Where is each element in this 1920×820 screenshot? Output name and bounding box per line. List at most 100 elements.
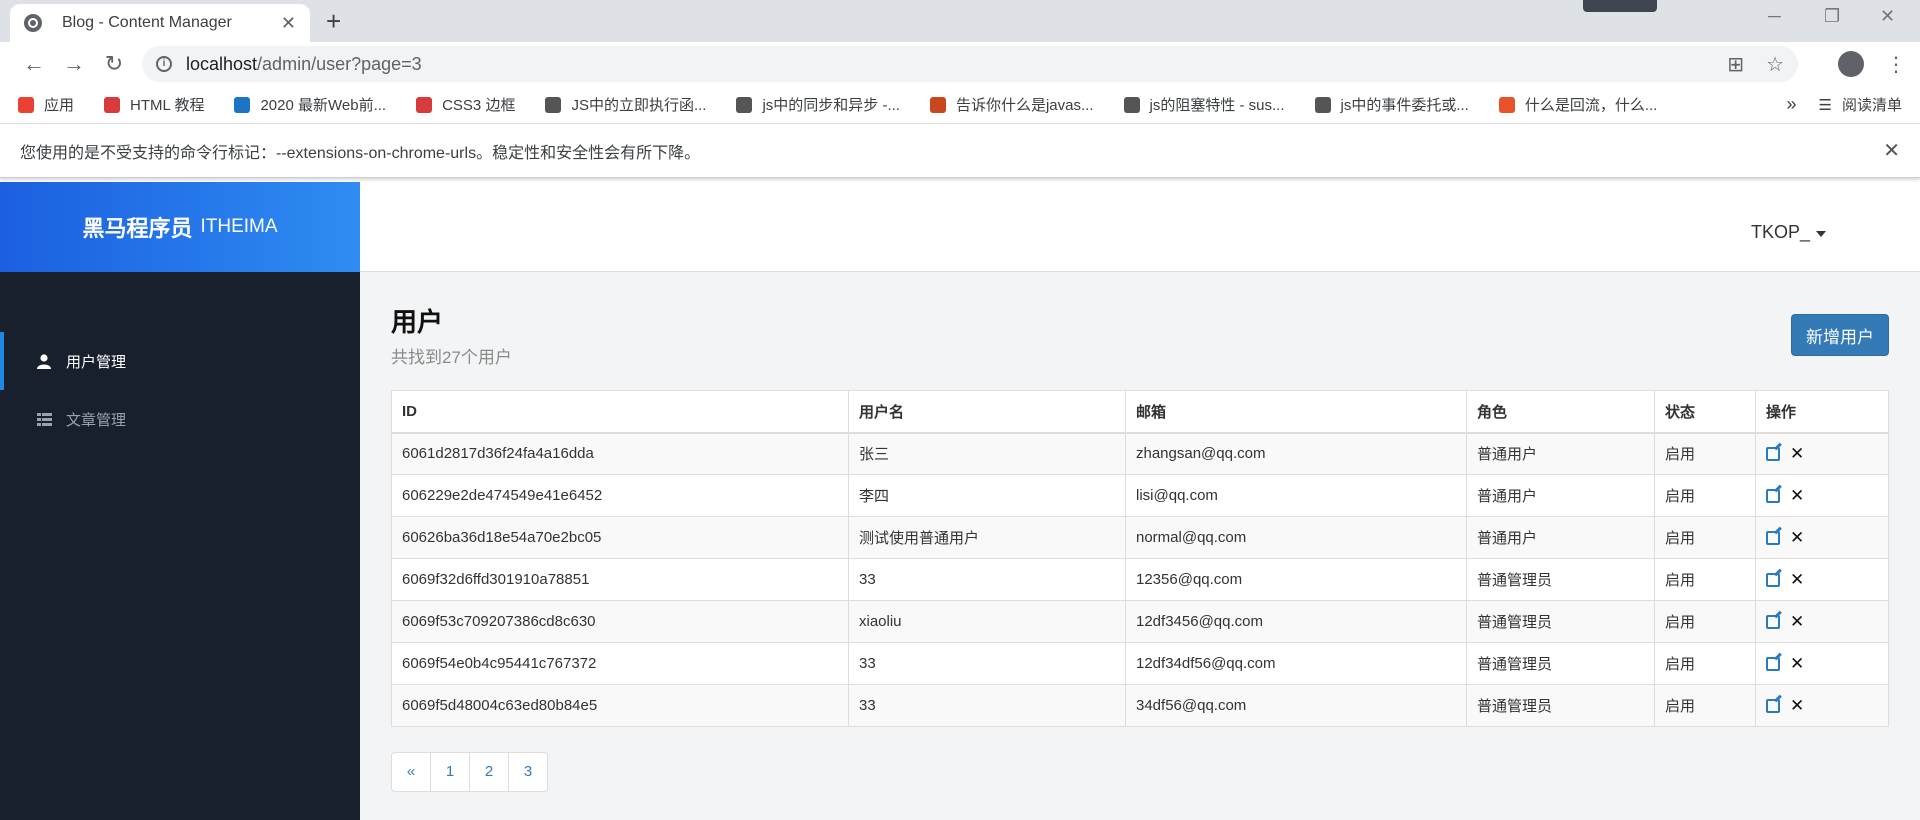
row-actions: ✕	[1766, 529, 1878, 546]
row-actions: ✕	[1766, 445, 1878, 462]
bookmark-item[interactable]: 告诉你什么是javas...	[929, 94, 1094, 115]
bookmark-item[interactable]: js中的同步和异步 -...	[736, 94, 900, 115]
cell-id: 60626ba36d18e54a70e2bc05	[391, 516, 849, 559]
bookmark-item[interactable]: CSS3 边框	[416, 94, 515, 115]
cell-username: 测试使用普通用户	[848, 516, 1126, 559]
bookmark-label: JS中的立即执行函...	[571, 97, 707, 114]
bookmark-favicon-icon	[18, 96, 34, 113]
delete-icon[interactable]: ✕	[1790, 529, 1804, 546]
bookmark-favicon-icon	[234, 96, 251, 113]
reload-button[interactable]: ↻	[94, 51, 134, 77]
admin-app: 黑马程序员 ITHEIMA 用户管理 文章管理 TKOP_ 用户 共找到27个用…	[0, 182, 1920, 820]
bookmark-favicon-icon	[736, 96, 753, 113]
edit-icon[interactable]	[1766, 488, 1780, 503]
bookmark-favicon-icon	[1123, 96, 1140, 113]
tab-close-icon[interactable]: ✕	[281, 13, 296, 34]
bookmark-label: 2020 最新Web前...	[260, 97, 387, 114]
cell-email: zhangsan@qq.com	[1125, 432, 1467, 475]
bookmark-item[interactable]: 应用	[18, 94, 74, 115]
top-navbar: TKOP_	[360, 182, 1920, 272]
media-indicator	[1583, 0, 1657, 12]
profile-avatar[interactable]	[1838, 51, 1864, 77]
pagination-page[interactable]: 1	[430, 752, 470, 792]
cell-email: 12df34df56@qq.com	[1125, 642, 1467, 685]
cell-actions: ✕	[1755, 516, 1889, 559]
column-header: 用户名	[848, 390, 1126, 434]
cell-id: 6069f53c709207386cd8c630	[391, 600, 849, 643]
url-text[interactable]: localhost/admin/user?page=3	[186, 54, 1705, 75]
bookmark-item[interactable]: JS中的立即执行函...	[545, 94, 706, 115]
infobar-close-icon[interactable]: ✕	[1883, 138, 1900, 163]
cell-status: 启用	[1654, 558, 1756, 601]
minimize-button[interactable]: ─	[1768, 6, 1781, 27]
edit-icon[interactable]	[1766, 698, 1780, 713]
table-row: 6069f54e0b4c95441c767372 33 12df34df56@qq.…	[391, 642, 1889, 685]
bookmark-favicon-icon	[929, 96, 946, 113]
bookmark-item[interactable]: HTML 教程	[104, 94, 204, 115]
cell-id: 6069f54e0b4c95441c767372	[391, 642, 849, 685]
table-row: 60626ba36d18e54a70e2bc05 测试使用普通用户 normal@q…	[391, 516, 1889, 559]
bookmark-item[interactable]: js中的事件委托或...	[1314, 94, 1469, 115]
content-area: 用户 共找到27个用户 新增用户 ID 用户名 邮箱 角色 状态 操作 6061d2817…	[360, 272, 1920, 792]
delete-icon[interactable]: ✕	[1790, 445, 1804, 462]
browser-tab[interactable]: Blog - Content Manager ✕	[10, 4, 310, 42]
add-user-button[interactable]: 新增用户	[1791, 314, 1889, 356]
bookmark-item[interactable]: 2020 最新Web前...	[234, 94, 386, 115]
cell-username: 33	[848, 642, 1126, 685]
row-actions: ✕	[1766, 697, 1878, 714]
new-tab-button[interactable]: +	[326, 6, 341, 37]
cell-actions: ✕	[1755, 474, 1889, 517]
unsupported-flag-infobar: 您使用的是不受支持的命令行标记：--extensions-on-chrome-u…	[0, 124, 1920, 178]
edit-icon[interactable]	[1766, 572, 1780, 587]
edit-icon[interactable]	[1766, 656, 1780, 671]
edit-icon[interactable]	[1766, 530, 1780, 545]
reading-list-button[interactable]: 阅读清单	[1842, 94, 1902, 115]
delete-icon[interactable]: ✕	[1790, 487, 1804, 504]
brand-name-cn: 黑马程序员	[82, 216, 193, 241]
user-icon	[36, 353, 52, 369]
bookmarks-right: » ☰ 阅读清单	[1787, 94, 1902, 115]
cell-status: 启用	[1654, 516, 1756, 559]
delete-icon[interactable]: ✕	[1790, 613, 1804, 630]
bookmark-item[interactable]: 什么是回流，什么...	[1498, 94, 1657, 115]
pagination-page[interactable]: 3	[508, 752, 548, 792]
cell-email: normal@qq.com	[1125, 516, 1467, 559]
window-close-button[interactable]: ✕	[1880, 6, 1895, 27]
address-bar[interactable]: i localhost/admin/user?page=3 ⊞ ☆	[142, 46, 1798, 82]
delete-icon[interactable]: ✕	[1790, 571, 1804, 588]
cell-actions: ✕	[1755, 558, 1889, 601]
back-button[interactable]: ←	[14, 51, 54, 77]
pagination-page[interactable]: 2	[469, 752, 509, 792]
sidebar-item-users[interactable]: 用户管理	[0, 332, 360, 390]
bookmark-star-icon[interactable]: ☆	[1766, 52, 1784, 77]
cell-actions: ✕	[1755, 684, 1889, 727]
maximize-button[interactable]: ❐	[1824, 6, 1840, 27]
cell-id: 6069f32d6ffd301910a78851	[391, 558, 849, 601]
cell-actions: ✕	[1755, 432, 1889, 475]
browser-menu-icon[interactable]: ⋮	[1886, 52, 1906, 77]
sidebar-item-articles[interactable]: 文章管理	[0, 390, 360, 448]
delete-icon[interactable]: ✕	[1790, 655, 1804, 672]
edit-icon[interactable]	[1766, 614, 1780, 629]
bookmark-item[interactable]: js的阻塞特性 - sus...	[1123, 94, 1285, 115]
cell-email: 12356@qq.com	[1125, 558, 1467, 601]
column-header: 操作	[1755, 390, 1889, 434]
edit-icon[interactable]	[1766, 446, 1780, 461]
site-info-icon[interactable]: i	[156, 56, 172, 72]
bookmark-favicon-icon	[1314, 96, 1331, 113]
bookmarks-bar: 应用 HTML 教程 2020 最新Web前... CSS3 边框 JS中的立即执行函.…	[0, 86, 1920, 124]
sidebar-item-label: 用户管理	[66, 353, 127, 371]
delete-icon[interactable]: ✕	[1790, 697, 1804, 714]
row-actions: ✕	[1766, 571, 1878, 588]
cell-actions: ✕	[1755, 642, 1889, 685]
globe-icon	[24, 14, 42, 32]
bookmark-label: 告诉你什么是javas...	[955, 97, 1094, 114]
more-bookmarks-button[interactable]: »	[1787, 94, 1797, 115]
forward-button[interactable]: →	[54, 51, 94, 77]
username: TKOP_	[1750, 222, 1810, 242]
translate-icon[interactable]: ⊞	[1727, 52, 1744, 77]
pagination-prev[interactable]: «	[391, 752, 431, 792]
cell-email: lisi@qq.com	[1125, 474, 1467, 517]
page-header: 用户 共找到27个用户 新增用户	[391, 302, 1889, 390]
user-dropdown[interactable]: TKOP_	[1751, 222, 1826, 243]
